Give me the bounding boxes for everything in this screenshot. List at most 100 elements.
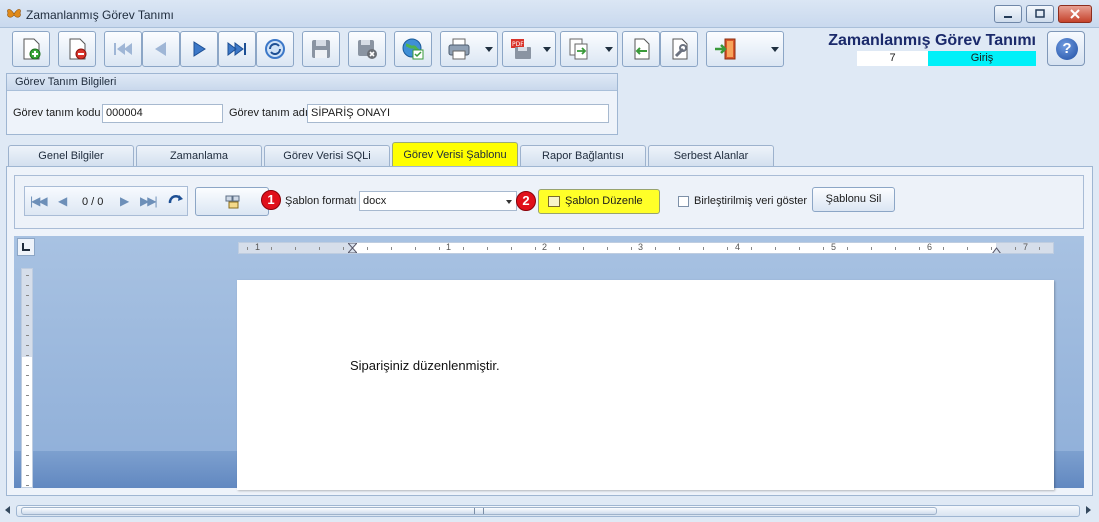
ruler-tick <box>26 405 29 406</box>
chevron-down-icon <box>485 47 493 52</box>
print-button[interactable] <box>440 31 498 67</box>
tab-general[interactable]: Genel Bilgiler <box>8 145 134 166</box>
template-format-select[interactable]: docx <box>359 191 517 211</box>
document-page[interactable]: Siparişiniz düzenlenmiştir. <box>237 280 1054 490</box>
tab-task-sql[interactable]: Görev Verisi SQLi <box>264 145 390 166</box>
ruler-tick <box>26 445 29 446</box>
task-code-field[interactable]: 000004 <box>102 104 223 123</box>
ruler-tick <box>295 247 296 250</box>
import-icon <box>634 38 650 60</box>
horizontal-scrollbar[interactable] <box>0 500 1099 522</box>
ruler-tick <box>26 375 29 376</box>
previous-record-button[interactable] <box>142 31 180 67</box>
help-button[interactable]: ? <box>1047 31 1085 66</box>
scroll-left-icon[interactable] <box>5 506 10 514</box>
tools-button[interactable] <box>660 31 698 67</box>
ruler-tick <box>26 385 29 386</box>
tab-scheduling[interactable]: Zamanlama <box>136 145 262 166</box>
indent-marker-icon[interactable] <box>347 243 358 253</box>
globe-icon <box>402 38 424 60</box>
exit-door-icon <box>715 38 736 60</box>
minimize-icon <box>1004 16 1012 18</box>
tab-report-link[interactable]: Rapor Bağlantısı <box>520 145 646 166</box>
new-record-button[interactable] <box>12 31 50 67</box>
record-number: 7 <box>857 51 928 66</box>
ruler-tick <box>679 247 680 250</box>
delete-record-button[interactable] <box>58 31 96 67</box>
chevron-down-icon <box>543 47 551 52</box>
scroll-thumb[interactable] <box>21 507 937 515</box>
document-text[interactable]: Siparişiniz düzenlenmiştir. <box>350 358 500 373</box>
first-record-button[interactable] <box>104 31 142 67</box>
edit-template-button[interactable]: Şablon Düzenle <box>538 189 660 214</box>
template-grid-button[interactable] <box>195 187 269 216</box>
ruler-tick <box>26 485 29 486</box>
new-document-icon <box>23 38 41 60</box>
ruler-tick <box>26 295 29 296</box>
next-record-icon[interactable]: ▶ <box>120 194 129 208</box>
ruler-tick <box>415 247 416 250</box>
save-button[interactable] <box>302 31 340 67</box>
save-icon <box>312 40 330 58</box>
ruler-tick <box>26 465 29 466</box>
save-cancel-button[interactable] <box>348 31 386 67</box>
mode-indicator: Giriş <box>928 51 1036 66</box>
ruler-tick <box>895 247 896 250</box>
chevron-down-icon <box>771 47 779 52</box>
scroll-right-icon[interactable] <box>1086 506 1091 514</box>
printer-icon <box>448 38 470 60</box>
ruler-tick <box>439 247 440 250</box>
pdf-button[interactable]: PDF <box>502 31 556 67</box>
record-counter: 0 / 0 <box>82 196 104 208</box>
ruler-tick <box>871 247 872 250</box>
ruler-number: 1 <box>446 242 452 252</box>
right-indent-marker-icon[interactable] <box>992 245 1001 253</box>
export-button[interactable] <box>560 31 618 67</box>
ruler-tick <box>607 247 608 250</box>
ruler-tick <box>751 247 752 250</box>
ruler-tick <box>26 315 29 316</box>
ruler-tick <box>919 247 920 250</box>
tab-task-template[interactable]: Görev Verisi Şablonu <box>392 142 518 167</box>
vertical-ruler[interactable] <box>21 268 33 488</box>
step-badge-1: 1 <box>261 190 281 210</box>
ruler-tick <box>1015 247 1016 250</box>
maximize-button[interactable] <box>1026 5 1054 23</box>
ruler-tick <box>26 475 29 476</box>
last-record-icon[interactable]: ▶▶| <box>140 194 158 208</box>
web-button[interactable] <box>394 31 432 67</box>
close-button[interactable] <box>1058 5 1092 23</box>
chevron-down-icon <box>605 47 613 52</box>
ruler-tick <box>631 247 632 250</box>
ruler-number: 2 <box>542 242 548 252</box>
undo-icon[interactable] <box>167 193 185 212</box>
edit-template-icon <box>548 196 560 207</box>
previous-record-icon[interactable]: ◀ <box>58 194 67 208</box>
last-record-icon <box>227 42 246 56</box>
ruler-number: 4 <box>735 242 741 252</box>
tab-free-fields[interactable]: Serbest Alanlar <box>648 145 774 166</box>
tab-stop-selector[interactable] <box>17 238 35 256</box>
next-record-icon <box>193 41 206 57</box>
ruler-tick <box>943 247 944 250</box>
minimize-button[interactable] <box>994 5 1022 23</box>
horizontal-ruler[interactable]: 1 1 2 3 4 5 6 7 <box>238 242 1054 254</box>
refresh-icon <box>265 39 285 59</box>
ruler-number: 6 <box>927 242 933 252</box>
refresh-button[interactable] <box>256 31 294 67</box>
next-record-button[interactable] <box>180 31 218 67</box>
edit-template-label: Şablon Düzenle <box>565 195 643 207</box>
chevron-down-icon <box>506 200 512 204</box>
task-name-field[interactable]: SİPARİŞ ONAYI <box>307 104 609 123</box>
pdf-icon: PDF <box>511 39 531 59</box>
scroll-track[interactable] <box>16 505 1080 517</box>
ruler-tick <box>26 395 29 396</box>
last-record-button[interactable] <box>218 31 256 67</box>
import-button[interactable] <box>622 31 660 67</box>
restore-icon <box>1035 9 1045 18</box>
exit-button[interactable] <box>706 31 784 67</box>
ruler-tick <box>391 247 392 250</box>
merged-data-checkbox[interactable] <box>678 196 689 207</box>
delete-template-button[interactable]: Şablonu Sil <box>812 187 895 212</box>
first-record-icon[interactable]: |◀◀ <box>30 194 48 208</box>
